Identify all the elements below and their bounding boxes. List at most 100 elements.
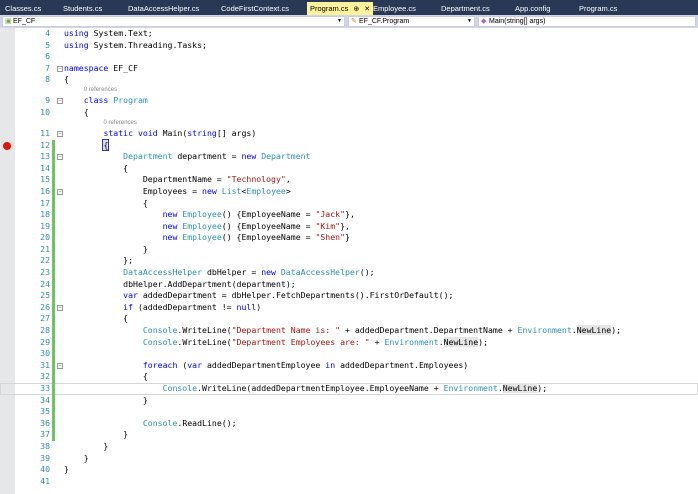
- references-label[interactable]: 0 references: [104, 119, 137, 128]
- code-line[interactable]: 23 DataAccessHelper dbHelper = new DataA…: [0, 267, 698, 279]
- project-dropdown[interactable]: ▣EF_CF ▼: [2, 16, 345, 27]
- tab-dataaccesshelper-cs[interactable]: DataAccessHelper.cs: [125, 2, 202, 15]
- code-line[interactable]: 32 {: [0, 371, 698, 383]
- code-lens-references[interactable]: 0 references: [0, 86, 698, 95]
- tab-program-cs[interactable]: Program.cs: [576, 2, 620, 15]
- tab-employee-cs[interactable]: Employee.cs: [370, 2, 419, 15]
- tab-app-config[interactable]: App.config: [512, 2, 553, 15]
- code-line[interactable]: 25 var addedDepartment = dbHelper.FetchD…: [0, 290, 698, 302]
- code-line[interactable]: 41: [0, 476, 698, 488]
- tab-label: CodeFirstContext.cs: [221, 4, 289, 13]
- tab-label: DataAccessHelper.cs: [128, 4, 200, 13]
- code-token: NewLine: [576, 325, 612, 336]
- line-number: 14: [40, 162, 50, 173]
- code-line[interactable]: 9− class Program: [0, 95, 698, 107]
- tab-students-cs[interactable]: Students.cs: [60, 2, 105, 15]
- code-token: class: [83, 95, 109, 106]
- line-number: 12: [40, 139, 50, 150]
- code-line[interactable]: 16− Employees = new List<Employee>: [0, 185, 698, 198]
- code-line[interactable]: 34 }: [0, 394, 698, 407]
- code-line[interactable]: 20 new Employee() {EmployeeName = "Shen"…: [0, 232, 698, 244]
- code-line[interactable]: 19 new Employee() {EmployeeName = "Kim"}…: [0, 220, 698, 233]
- code-line[interactable]: 17 {: [0, 197, 698, 210]
- collapse-icon[interactable]: −: [57, 188, 63, 195]
- tab-classes-cs[interactable]: Classes.cs: [2, 2, 44, 15]
- change-indicator: [52, 267, 55, 279]
- code-token: );: [611, 325, 622, 336]
- change-indicator: [52, 185, 55, 198]
- line-number: 39: [40, 452, 50, 463]
- line-number: 34: [40, 394, 50, 405]
- tab-department-cs[interactable]: Department.cs: [438, 2, 493, 15]
- code-token: Environment: [384, 336, 439, 347]
- code-text: {: [64, 371, 148, 383]
- code-editor[interactable]: 4 using System.Text; 5 using System.Threadi…: [0, 28, 698, 494]
- code-line[interactable]: 13− Department department = new Departme…: [0, 151, 698, 163]
- code-line[interactable]: 15 DepartmentName = "Technology",: [0, 174, 698, 186]
- code-line[interactable]: 22 };: [0, 255, 698, 268]
- code-token: System.Text;: [88, 28, 153, 38]
- collapse-icon[interactable]: −: [57, 65, 63, 72]
- change-indicator: [52, 359, 55, 372]
- code-line[interactable]: 35: [0, 406, 698, 418]
- code-line[interactable]: 5 using System.Threading.Tasks;: [0, 40, 698, 52]
- pin-icon[interactable]: ⊕: [353, 6, 359, 13]
- code-lens-references[interactable]: 0 references: [0, 119, 698, 128]
- code-line[interactable]: 38 }: [0, 441, 698, 453]
- change-indicator: [52, 336, 55, 349]
- code-line[interactable]: 14 {: [0, 162, 698, 175]
- collapse-icon[interactable]: −: [57, 362, 63, 369]
- breakpoint-icon[interactable]: [3, 141, 11, 150]
- code-line[interactable]: 7− namespace EF_CF: [0, 63, 698, 75]
- code-line[interactable]: 27 {: [0, 313, 698, 326]
- code-line[interactable]: 4 using System.Text;: [0, 28, 698, 40]
- line-number: 27: [40, 313, 50, 324]
- collapse-icon[interactable]: −: [57, 154, 63, 161]
- code-line[interactable]: 29 Console.WriteLine("Department Employe…: [0, 336, 698, 349]
- code-line[interactable]: 10 {: [0, 107, 698, 119]
- code-line[interactable]: 18 new Employee() {EmployeeName = "Jack"…: [0, 209, 698, 221]
- references-label[interactable]: 0 references: [84, 86, 117, 95]
- line-number: 28: [40, 325, 50, 336]
- code-token: DataAccessHelper: [123, 267, 203, 278]
- change-indicator: [52, 371, 55, 383]
- code-line[interactable]: 30: [0, 348, 698, 360]
- type-dropdown[interactable]: ✎ EF_CF.Program ▼: [348, 16, 475, 27]
- chevron-down-icon: ▼: [337, 18, 342, 24]
- code-line[interactable]: 12 {: [0, 138, 698, 152]
- code-token: .ReadLine();: [177, 417, 237, 428]
- code-token: {: [64, 197, 148, 208]
- code-line[interactable]: 36 Console.ReadLine();: [0, 417, 698, 430]
- change-indicator: [52, 394, 55, 407]
- member-dropdown[interactable]: ◆ Main(string[] args): [478, 16, 696, 27]
- code-text: new Employee() {EmployeeName = "Shen"}: [64, 232, 350, 244]
- code-line[interactable]: 37 }: [0, 429, 698, 441]
- code-line[interactable]: 26− if (addedDepartment != null): [0, 301, 698, 314]
- code-text: Department department = new Department: [64, 151, 310, 163]
- tab-program-cs[interactable]: Program.cs ⊕ ✕: [307, 2, 374, 15]
- member-value: Main(string[] args): [489, 18, 546, 25]
- code-text: new Employee() {EmployeeName = "Kim"},: [64, 221, 350, 233]
- tab-codefirstcontext-cs[interactable]: CodeFirstContext.cs: [218, 2, 292, 15]
- code-line[interactable]: 33 Console.WriteLine(addedDepartmentEmpl…: [0, 383, 698, 395]
- code-line[interactable]: 31− foreach (var addedDepartmentEmployee…: [0, 359, 698, 372]
- code-line[interactable]: 39 }: [0, 453, 698, 465]
- code-line[interactable]: 24 dbHelper.AddDepartment(department);: [0, 278, 698, 291]
- code-line[interactable]: 40}: [0, 464, 698, 476]
- code-line[interactable]: 6: [0, 51, 698, 63]
- code-token: }: [64, 440, 109, 451]
- code-text: DataAccessHelper dbHelper = new DataAcce…: [64, 267, 374, 279]
- code-line[interactable]: 8{: [0, 74, 698, 86]
- collapse-icon[interactable]: −: [57, 98, 63, 105]
- collapse-icon[interactable]: −: [57, 304, 63, 311]
- code-line[interactable]: 21 }: [0, 243, 698, 256]
- code-line[interactable]: 11− static void Main(string[] args): [0, 128, 698, 140]
- code-text: Console.WriteLine(addedDepartmentEmploye…: [64, 383, 547, 395]
- code-token: Console: [142, 325, 178, 336]
- collapse-icon[interactable]: −: [57, 130, 63, 137]
- code-line[interactable]: 28 Console.WriteLine("Department Name is…: [0, 325, 698, 337]
- code-token: {: [64, 162, 129, 173]
